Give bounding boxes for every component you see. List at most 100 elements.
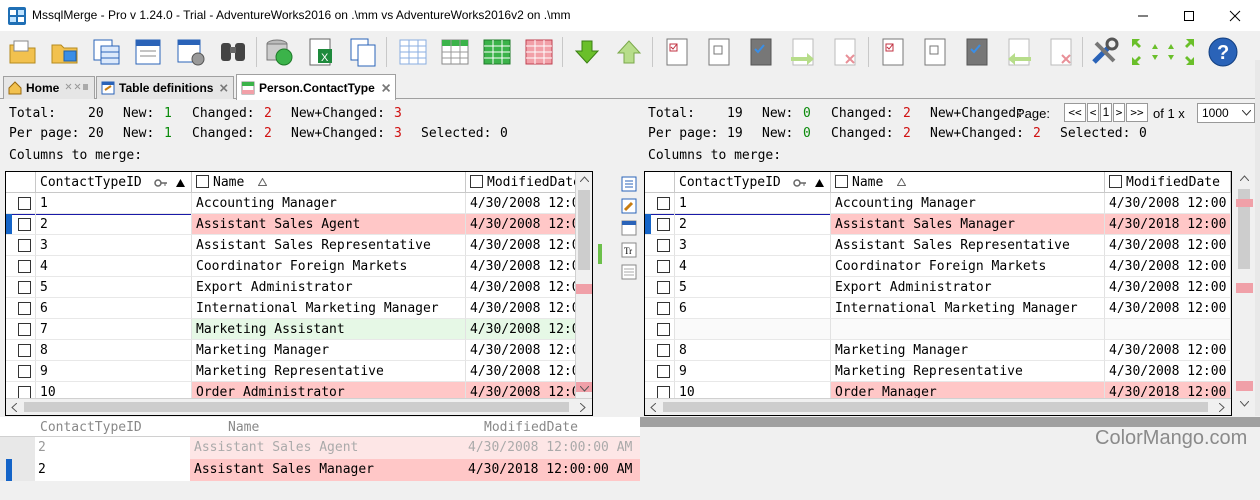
row-select-cell[interactable]: [645, 298, 675, 319]
column-header-modifieddate[interactable]: ModifiedDate: [1105, 172, 1231, 193]
compare-tables-button[interactable]: [90, 35, 124, 69]
check-changed-right-button[interactable]: [960, 35, 994, 69]
copy-button[interactable]: [346, 35, 380, 69]
row-checkbox[interactable]: [18, 302, 31, 315]
column-header-name[interactable]: Name: [192, 172, 466, 193]
delete-left-button[interactable]: [1044, 35, 1078, 69]
column-header-name[interactable]: Name: [831, 172, 1105, 193]
row-select-cell[interactable]: [645, 193, 675, 214]
row-checkbox[interactable]: [18, 260, 31, 273]
row-checkbox[interactable]: [657, 323, 670, 336]
table-row[interactable]: 8 Marketing Manager 4/30/2008 12:00: [645, 340, 1231, 361]
scroll-left-icon[interactable]: [11, 403, 17, 412]
table-options-icon[interactable]: [621, 220, 637, 236]
right-vertical-scrollbar[interactable]: [1236, 171, 1253, 416]
table-row[interactable]: 9 Marketing Representative 4/30/2008 12:00: [6, 361, 576, 382]
close-tab-icon[interactable]: [381, 82, 391, 94]
table-row[interactable]: 1 Accounting Manager 4/30/2008 12:00: [645, 193, 1231, 214]
table-row[interactable]: 5 Export Administrator 4/30/2008 12:00: [6, 277, 576, 298]
first-page-button[interactable]: <<: [1064, 103, 1086, 122]
open-folder-button[interactable]: [6, 35, 40, 69]
scroll-left-icon[interactable]: [650, 403, 656, 412]
help-button[interactable]: ?: [1206, 35, 1240, 69]
scroll-thumb[interactable]: [663, 402, 1208, 412]
row-checkbox[interactable]: [18, 197, 31, 210]
detail-splitter[interactable]: [640, 417, 1260, 427]
row-checkbox[interactable]: [18, 344, 31, 357]
right-horizontal-scrollbar[interactable]: [645, 398, 1231, 415]
select-column-header[interactable]: [645, 172, 675, 193]
scroll-up-icon[interactable]: [1240, 175, 1249, 181]
row-checkbox[interactable]: [657, 281, 670, 294]
text-format-icon[interactable]: Tr: [621, 242, 637, 258]
delete-right-button[interactable]: [828, 35, 862, 69]
last-page-button[interactable]: >>: [1126, 103, 1148, 122]
column-header-contacttypeid[interactable]: ContactTypeID: [36, 172, 192, 193]
tools-button[interactable]: [1088, 35, 1122, 69]
scroll-down-icon[interactable]: [1240, 401, 1249, 407]
row-checkbox[interactable]: [657, 365, 670, 378]
table-row[interactable]: 3 Assistant Sales Representative 4/30/2008…: [6, 235, 576, 256]
column-checkbox[interactable]: [835, 175, 848, 188]
right-data-grid[interactable]: ContactTypeID Name ModifiedDate 1 Account…: [644, 171, 1232, 416]
left-vertical-scrollbar[interactable]: [575, 172, 592, 398]
table-row[interactable]: 3 Assistant Sales Representative 4/30/2008…: [645, 235, 1231, 256]
row-select-cell[interactable]: [645, 361, 675, 382]
table-row[interactable]: 2 Assistant Sales Agent 4/30/2008 12:00: [6, 214, 576, 235]
row-select-cell[interactable]: [645, 214, 675, 235]
check-all-right-button[interactable]: [876, 35, 910, 69]
next-page-button[interactable]: >: [1113, 103, 1125, 122]
grid-new-rows-button[interactable]: [480, 35, 514, 69]
select-column-header[interactable]: [6, 172, 36, 193]
prev-page-button[interactable]: <: [1087, 103, 1099, 122]
column-header-contacttypeid[interactable]: ContactTypeID: [675, 172, 831, 193]
table-row[interactable]: 6 International Marketing Manager 4/30/200…: [645, 298, 1231, 319]
table-settings-button[interactable]: [174, 35, 208, 69]
next-difference-button[interactable]: [570, 35, 604, 69]
refresh-button[interactable]: [262, 35, 296, 69]
table-row[interactable]: [645, 319, 1231, 340]
row-checkbox[interactable]: [18, 323, 31, 336]
table-row[interactable]: 9 Marketing Representative 4/30/2008 12:00: [645, 361, 1231, 382]
column-checkbox[interactable]: [1109, 175, 1122, 188]
tab-table-definitions[interactable]: Table definitions: [96, 76, 234, 99]
row-select-cell[interactable]: [6, 235, 36, 256]
left-horizontal-scrollbar[interactable]: [6, 398, 592, 415]
page-size-select[interactable]: 1000: [1197, 103, 1255, 123]
table-row[interactable]: 1 Accounting Manager 4/30/2008 12:00: [6, 193, 576, 214]
scroll-right-icon[interactable]: [1219, 403, 1225, 412]
scroll-up-icon[interactable]: [580, 176, 589, 182]
row-checkbox[interactable]: [657, 302, 670, 315]
column-checkbox[interactable]: [196, 175, 209, 188]
row-checkbox[interactable]: [657, 197, 670, 210]
previous-difference-button[interactable]: [612, 35, 646, 69]
grid-changed-rows-button[interactable]: [522, 35, 556, 69]
expand-button[interactable]: [1128, 35, 1194, 69]
grid-header-button[interactable]: [438, 35, 472, 69]
row-checkbox[interactable]: [18, 365, 31, 378]
row-select-cell[interactable]: [645, 340, 675, 361]
minimize-button[interactable]: [1120, 0, 1166, 31]
table-row[interactable]: 4 Coordinator Foreign Markets 4/30/2008 12…: [645, 256, 1231, 277]
tab-pin-close-icon[interactable]: [65, 83, 89, 93]
row-select-cell[interactable]: [6, 256, 36, 277]
detail-row-right[interactable]: 2 Assistant Sales Manager 4/30/2018 12:0…: [0, 459, 640, 481]
tab-home[interactable]: Home: [3, 76, 95, 99]
row-checkbox[interactable]: [657, 239, 670, 252]
main-vertical-scrollbar[interactable]: [1255, 60, 1260, 416]
left-data-grid[interactable]: ContactTypeID Name ModifiedDate 1 Account…: [5, 171, 593, 416]
export-excel-button[interactable]: X: [304, 35, 338, 69]
row-select-cell[interactable]: [6, 277, 36, 298]
row-select-cell[interactable]: [6, 298, 36, 319]
uncheck-all-left-button[interactable]: [702, 35, 736, 69]
column-list-icon[interactable]: [621, 176, 637, 192]
detail-row-left[interactable]: 2 Assistant Sales Agent 4/30/2008 12:00:…: [0, 437, 640, 459]
scroll-right-icon[interactable]: [580, 403, 586, 412]
scroll-down-icon[interactable]: [580, 386, 589, 392]
edit-table-icon[interactable]: [621, 198, 637, 214]
row-select-cell[interactable]: [645, 319, 675, 340]
close-tab-icon[interactable]: [219, 82, 229, 94]
merge-to-left-button[interactable]: [1002, 35, 1036, 69]
row-checkbox[interactable]: [18, 239, 31, 252]
select-sql-button[interactable]: [132, 35, 166, 69]
